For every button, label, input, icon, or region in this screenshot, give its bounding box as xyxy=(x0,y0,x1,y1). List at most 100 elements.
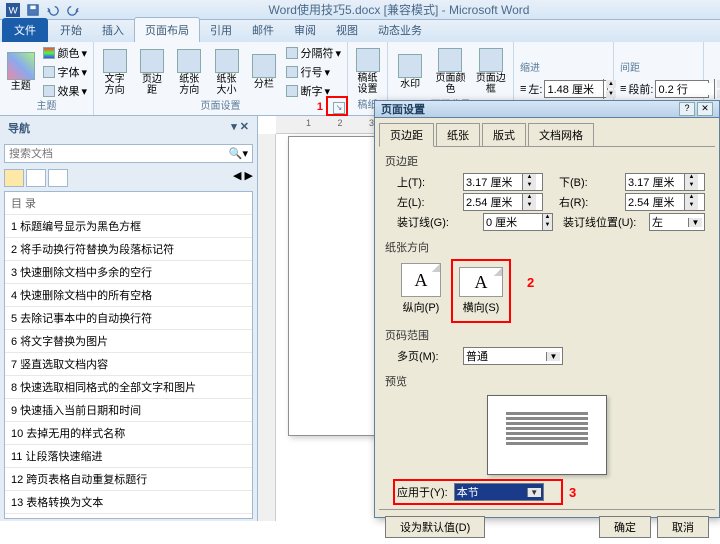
text-direction-button[interactable]: 文字方向 xyxy=(98,47,131,98)
nav-item[interactable]: 1 标题编号显示为黑色方框 xyxy=(5,215,252,238)
fonts-icon xyxy=(43,66,55,78)
nav-item[interactable]: 3 快速删除文档中多余的空行 xyxy=(5,261,252,284)
tab-insert[interactable]: 插入 xyxy=(92,18,134,42)
margins-icon xyxy=(140,49,164,73)
manuscript-button[interactable]: 稿纸 设置 xyxy=(352,46,383,97)
tab-view[interactable]: 视图 xyxy=(326,18,368,42)
colors-icon xyxy=(43,47,55,59)
page-setup-launcher[interactable]: ↘ xyxy=(333,102,345,114)
search-icon[interactable]: 🔍▾ xyxy=(229,147,248,160)
nav-item[interactable]: 8 快速选取相同格式的全部文字和图片 xyxy=(5,376,252,399)
nav-item[interactable]: 13 表格转换为文本 xyxy=(5,491,252,514)
word-icon: W xyxy=(4,2,22,18)
text-dir-icon xyxy=(103,49,127,73)
gutter-pos-combo[interactable]: 左▼ xyxy=(649,213,705,231)
margin-top-spinner[interactable]: ▲▼ xyxy=(463,173,543,191)
dlg-tab-grid[interactable]: 文档网格 xyxy=(528,123,594,147)
breaks-icon xyxy=(286,47,298,59)
nav-item[interactable]: 7 竖直选取文档内容 xyxy=(5,353,252,376)
tab-mailings[interactable]: 邮件 xyxy=(242,18,284,42)
margin-right-spinner[interactable]: ▲▼ xyxy=(625,193,705,211)
nav-search-box[interactable]: 🔍▾ xyxy=(4,144,253,163)
nav-list[interactable]: 目 录 1 标题编号显示为黑色方框2 将手动换行符替换为段落标记符3 快速删除文… xyxy=(4,191,253,519)
nav-item[interactable]: 10 去掉无用的样式名称 xyxy=(5,422,252,445)
nav-item[interactable]: 14 文本转换为表格 xyxy=(5,514,252,519)
margins-button[interactable]: 页边距 xyxy=(135,47,168,98)
effects-icon xyxy=(43,85,55,97)
nav-item[interactable]: 9 快速插入当前日期和时间 xyxy=(5,399,252,422)
tab-review[interactable]: 审阅 xyxy=(284,18,326,42)
dialog-help-icon[interactable]: ? xyxy=(679,102,695,116)
themes-button[interactable]: 主题 xyxy=(4,50,37,94)
columns-button[interactable]: 分栏 xyxy=(247,52,280,92)
dlg-tab-layout[interactable]: 版式 xyxy=(482,123,526,147)
vertical-ruler[interactable] xyxy=(258,134,276,521)
nav-close-icon[interactable]: ▾ ✕ xyxy=(231,120,249,136)
save-icon[interactable] xyxy=(24,2,42,18)
pagecolor-icon xyxy=(438,48,462,72)
quick-access-toolbar: W xyxy=(4,2,82,18)
ribbon-group-page-setup: 文字方向 页边距 纸张方向 纸张大小 分栏 分隔符 ▾ 行号 ▾ 断字 ▾ 页面… xyxy=(94,42,348,115)
margin-bottom-spinner[interactable]: ▲▼ xyxy=(625,173,705,191)
page-setup-dialog: 页面设置 ? ✕ 页边距 纸张 版式 文档网格 页边距 上(T): ▲▼ 下(B… xyxy=(374,100,720,518)
gutter-spinner[interactable]: ▲▼ xyxy=(483,213,553,231)
size-button[interactable]: 纸张大小 xyxy=(210,47,243,98)
tab-references[interactable]: 引用 xyxy=(200,18,242,42)
ribbon-tabs: 文件 开始 插入 页面布局 引用 邮件 审阅 视图 动态业务 xyxy=(0,20,720,42)
svg-text:W: W xyxy=(9,5,19,16)
orientation-landscape[interactable]: 横向(S) xyxy=(455,263,507,319)
theme-fonts[interactable]: 字体 ▾ xyxy=(41,63,89,81)
margin-left-spinner[interactable]: ▲▼ xyxy=(463,193,543,211)
indent-left-spinner[interactable]: ▲▼ xyxy=(544,80,608,98)
dlg-tab-paper[interactable]: 纸张 xyxy=(436,123,480,147)
window-title: Word使用技巧5.docx [兼容模式] - Microsoft Word xyxy=(82,1,716,18)
nav-view-switcher: ◀ ▶ xyxy=(0,167,257,189)
line-numbers-button[interactable]: 行号 ▾ xyxy=(284,63,343,81)
tab-dynamic[interactable]: 动态业务 xyxy=(368,18,432,42)
dlg-tab-margins[interactable]: 页边距 xyxy=(379,123,434,147)
hyphen-icon xyxy=(286,85,298,97)
theme-colors[interactable]: 颜色 ▾ xyxy=(41,44,89,62)
ok-button[interactable]: 确定 xyxy=(599,516,651,538)
default-button[interactable]: 设为默认值(D) xyxy=(385,516,485,538)
tab-home[interactable]: 开始 xyxy=(50,18,92,42)
dialog-body: 页边距 上(T): ▲▼ 下(B): ▲▼ 左(L): ▲▼ 右(R): ▲▼ … xyxy=(379,146,715,509)
apply-to-row: 应用于(Y): 本节▼ 3 xyxy=(397,483,709,501)
tab-page-layout[interactable]: 页面布局 xyxy=(134,17,200,42)
apply-to-combo[interactable]: 本节▼ xyxy=(454,483,544,501)
multi-page-combo[interactable]: 普通▼ xyxy=(463,347,563,365)
nav-item[interactable]: 6 将文字替换为图片 xyxy=(5,330,252,353)
orientation-button[interactable]: 纸张方向 xyxy=(173,47,206,98)
page-border-button[interactable]: 页面边框 xyxy=(473,46,509,97)
portrait-icon xyxy=(401,263,441,297)
nav-item[interactable]: 11 让段落快速缩进 xyxy=(5,445,252,468)
nav-view-headings[interactable] xyxy=(4,169,24,187)
dialog-titlebar[interactable]: 页面设置 ? ✕ xyxy=(375,101,719,118)
themes-icon xyxy=(7,52,35,80)
margins-section: 页边距 上(T): ▲▼ 下(B): ▲▼ 左(L): ▲▼ 右(R): ▲▼ … xyxy=(385,153,709,231)
spacing-before-spinner[interactable]: ▲▼ xyxy=(655,80,709,98)
nav-item[interactable]: 2 将手动换行符替换为段落标记符 xyxy=(5,238,252,261)
hyphenation-button[interactable]: 断字 ▾ xyxy=(284,82,343,100)
page-color-button[interactable]: 页面颜色 xyxy=(432,46,468,97)
nav-view-results[interactable] xyxy=(48,169,68,187)
ribbon-group-themes: 主题 颜色 ▾ 字体 ▾ 效果 ▾ 主题 xyxy=(0,42,94,115)
indent-left-row: ≡ 左: ▲▼ xyxy=(518,79,610,99)
orientation-portrait[interactable]: 纵向(P) xyxy=(397,259,445,319)
watermark-button[interactable]: 水印 xyxy=(392,52,428,92)
cancel-button[interactable]: 取消 xyxy=(657,516,709,538)
nav-view-pages[interactable] xyxy=(26,169,46,187)
nav-toc-heading[interactable]: 目 录 xyxy=(5,192,252,215)
breaks-button[interactable]: 分隔符 ▾ xyxy=(284,44,343,62)
theme-effects[interactable]: 效果 ▾ xyxy=(41,82,89,100)
nav-item[interactable]: 12 跨页表格自动重复标题行 xyxy=(5,468,252,491)
dialog-close-icon[interactable]: ✕ xyxy=(697,102,713,116)
file-tab[interactable]: 文件 xyxy=(2,18,48,42)
paper-icon xyxy=(356,48,380,72)
linenum-icon xyxy=(286,66,298,78)
nav-item[interactable]: 5 去除记事本中的自动换行符 xyxy=(5,307,252,330)
redo-icon[interactable] xyxy=(64,2,82,18)
undo-icon[interactable] xyxy=(44,2,62,18)
nav-item[interactable]: 4 快速删除文档中的所有空格 xyxy=(5,284,252,307)
nav-search-input[interactable] xyxy=(9,148,229,160)
